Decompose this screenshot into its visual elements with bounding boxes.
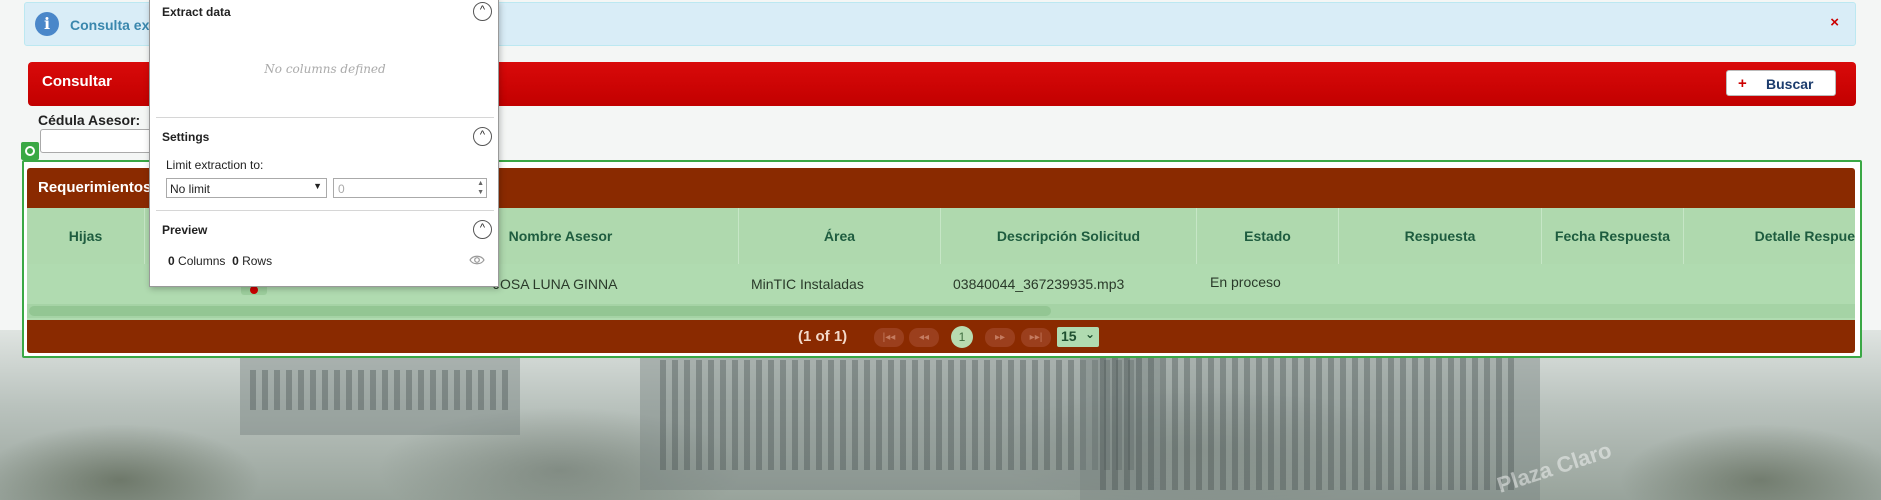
scrollbar-thumb[interactable] <box>29 306 1051 316</box>
preview-title: Preview <box>162 223 208 237</box>
columns-label: Columns <box>178 254 226 268</box>
buscar-button[interactable]: + Buscar <box>1726 70 1836 96</box>
limit-number-value: 0 <box>338 182 345 196</box>
prev-page-button[interactable]: ◂◂ <box>909 328 939 347</box>
rows-per-page-value: 15 <box>1061 328 1077 344</box>
column-header-descripcion-solicitud[interactable]: Descripción Solicitud <box>941 208 1197 264</box>
buscar-label: Buscar <box>1766 76 1814 92</box>
limit-extraction-select[interactable]: No limit ▼ <box>166 178 327 198</box>
columns-count: 0 <box>168 254 175 268</box>
plus-icon: + <box>1738 75 1747 92</box>
page-1-button[interactable]: 1 <box>951 326 973 348</box>
chevron-down-icon: ⌄ <box>1084 327 1095 341</box>
cell-area: MinTIC Instaladas <box>751 276 864 292</box>
no-columns-message: No columns defined <box>264 62 386 76</box>
divider <box>156 117 494 118</box>
page-count: (1 of 1) <box>798 328 848 345</box>
paginator: (1 of 1) |◂◂ ◂◂ 1 ▸▸ ▸▸| 15 ⌄ <box>27 320 1855 353</box>
horizontal-scrollbar[interactable] <box>27 304 1855 318</box>
limit-extraction-label: Limit extraction to: <box>166 158 264 172</box>
rows-per-page-select[interactable]: 15 ⌄ <box>1057 327 1099 347</box>
column-header-estado[interactable]: Estado <box>1197 208 1339 264</box>
divider <box>156 210 494 211</box>
column-header-hijas[interactable]: Hijas <box>27 208 145 264</box>
limit-number-input[interactable]: 0 ▲ ▼ <box>333 178 487 198</box>
first-page-button[interactable]: |◂◂ <box>874 328 904 347</box>
ajax-status-icon <box>21 142 39 160</box>
cedula-asesor-label: Cédula Asesor: <box>38 112 141 128</box>
requerimientos-title: Requerimientos <box>38 179 152 196</box>
collapse-extract-button[interactable]: ^ <box>473 2 492 21</box>
cell-descripcion-solicitud: 03840044_367239935.mp3 <box>953 276 1125 292</box>
collapse-preview-button[interactable]: ^ <box>473 220 492 239</box>
settings-title: Settings <box>162 130 210 144</box>
spinner-arrows-icon[interactable]: ▲ ▼ <box>477 179 484 197</box>
cedula-asesor-input[interactable] <box>40 129 160 153</box>
column-header-detalle-respuesta[interactable]: Detalle Respue <box>1684 208 1855 264</box>
preview-stats: 0 Columns 0 Rows <box>168 254 272 268</box>
close-icon[interactable]: × <box>1830 14 1839 31</box>
column-header-fecha-respuesta[interactable]: Fecha Respuesta <box>1542 208 1684 264</box>
info-icon: i <box>35 12 59 36</box>
dropdown-arrow-icon: ▼ <box>313 181 322 191</box>
consultar-title: Consultar <box>42 73 113 90</box>
limit-option-value: No limit <box>170 182 211 196</box>
extract-data-popup: Extract data ^ No columns defined Settin… <box>149 0 499 287</box>
rows-count: 0 <box>232 254 239 268</box>
cell-estado: En proceso <box>1210 274 1281 290</box>
column-header-respuesta[interactable]: Respuesta <box>1339 208 1542 264</box>
collapse-settings-button[interactable]: ^ <box>473 127 492 146</box>
last-page-button[interactable]: ▸▸| <box>1021 328 1051 347</box>
cell-nombre-asesor: JOSA LUNA GINNA <box>493 276 618 292</box>
eye-icon[interactable] <box>469 252 485 268</box>
rows-label: Rows <box>242 254 273 268</box>
extract-data-title: Extract data <box>162 5 231 19</box>
column-header-area[interactable]: Área <box>739 208 941 264</box>
next-page-button[interactable]: ▸▸ <box>985 328 1015 347</box>
info-message-text: Consulta ex <box>70 17 150 33</box>
